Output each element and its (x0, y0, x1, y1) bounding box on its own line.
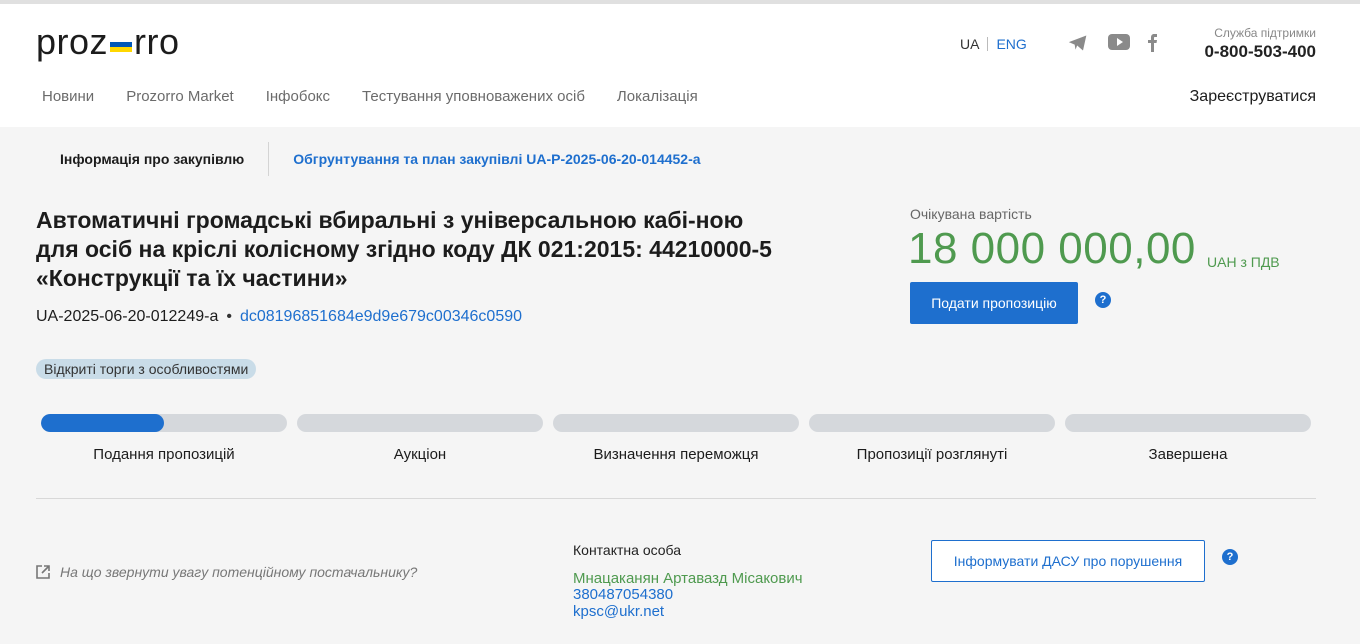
help-icon[interactable]: ? (1222, 549, 1238, 565)
expected-value-label: Очікувана вартість (910, 206, 1032, 222)
stage-bar (809, 414, 1055, 432)
language-switcher: UA ENG (960, 36, 1027, 52)
tender-title: Автоматичні громадські вбиральні з уніве… (36, 207, 772, 291)
section-divider (36, 498, 1316, 499)
stage-label: Визначення переможця (593, 446, 759, 463)
stage-bar (41, 414, 287, 432)
register-link[interactable]: Зареєструватися (1190, 88, 1316, 106)
stage-winner: Визначення переможця (553, 414, 799, 463)
stage-submission: Подання пропозицій (41, 414, 287, 463)
nav-item-localization[interactable]: Локалізація (617, 88, 698, 105)
external-link-icon (36, 565, 50, 579)
tab-procurement-info[interactable]: Інформація про закупівлю (36, 151, 268, 167)
lang-divider (987, 37, 989, 51)
facebook-icon[interactable] (1146, 34, 1158, 52)
main-nav: Новини Prozorro Market Інфобокс Тестуван… (42, 88, 730, 105)
stage-label: Аукціон (393, 446, 447, 463)
logo-text-right: rro (134, 21, 180, 62)
telegram-icon[interactable] (1068, 34, 1088, 52)
contact-block: Контактна особа Мнацаканян Артавазд Міса… (573, 542, 803, 620)
attention-link[interactable]: На що звернути увагу потенційному постач… (36, 564, 417, 580)
help-icon[interactable]: ? (1095, 292, 1111, 308)
submit-proposal-button[interactable]: Подати пропозицію (910, 282, 1078, 324)
tender-tabs: Інформація про закупівлю Обгрунтування т… (36, 142, 701, 176)
prozorro-logo[interactable]: proz rro (36, 18, 180, 60)
nav-item-market[interactable]: Prozorro Market (126, 88, 234, 105)
tab-plan-link[interactable]: Обгрунтування та план закупівлі UA-P-202… (269, 151, 700, 167)
logo-text-left: proz (36, 21, 109, 62)
stage-label: Завершена (1148, 446, 1228, 463)
support-block: Служба підтримки 0-800-503-400 (1204, 26, 1316, 62)
contact-name: Мнацаканян Артавазд Місакович (573, 570, 803, 587)
expected-value-amount: 18 000 000,00 (908, 224, 1196, 273)
stage-complete: Завершена (1065, 414, 1311, 463)
tender-id: UA-2025-06-20-012249-a (36, 308, 219, 325)
stage-bar (297, 414, 543, 432)
stage-progress-fill (41, 414, 164, 432)
stage-bar (553, 414, 799, 432)
contact-phone[interactable]: 380487054380 (573, 586, 803, 604)
stage-reviewed: Пропозиції розглянуті (809, 414, 1055, 463)
lang-ua[interactable]: UA (960, 36, 979, 52)
support-phone[interactable]: 0-800-503-400 (1204, 42, 1316, 62)
id-separator: • (226, 308, 232, 325)
tender-ids: UA-2025-06-20-012249-a • dc08196851684e9… (36, 308, 522, 326)
lang-eng[interactable]: ENG (996, 36, 1026, 52)
procedure-badge: Відкриті торги з особливостями (36, 359, 257, 379)
attention-text: На що звернути увагу потенційному постач… (60, 564, 418, 580)
ukraine-flag-icon (110, 42, 133, 52)
report-violation-button[interactable]: Інформувати ДАСУ про порушення (931, 540, 1205, 582)
stage-auction: Аукціон (297, 414, 543, 463)
expected-value-currency: UAH з ПДВ (1207, 254, 1280, 270)
stage-label: Подання пропозицій (93, 446, 235, 463)
support-label: Служба підтримки (1214, 26, 1316, 40)
youtube-icon[interactable] (1108, 34, 1130, 50)
stage-bar (1065, 414, 1311, 432)
nav-item-testing[interactable]: Тестування уповноважених осіб (362, 88, 585, 105)
stage-label: Пропозиції розглянуті (856, 446, 1008, 463)
nav-item-infobox[interactable]: Інфобокс (266, 88, 330, 105)
tender-hash-link[interactable]: dc08196851684e9d9e679c00346c0590 (240, 308, 522, 326)
nav-item-news[interactable]: Новини (42, 88, 94, 105)
contact-email[interactable]: kpsc@ukr.net (573, 603, 803, 621)
contact-heading: Контактна особа (573, 542, 682, 558)
site-header: proz rro UA ENG Служба підтримки 0-800-5… (0, 4, 1360, 127)
